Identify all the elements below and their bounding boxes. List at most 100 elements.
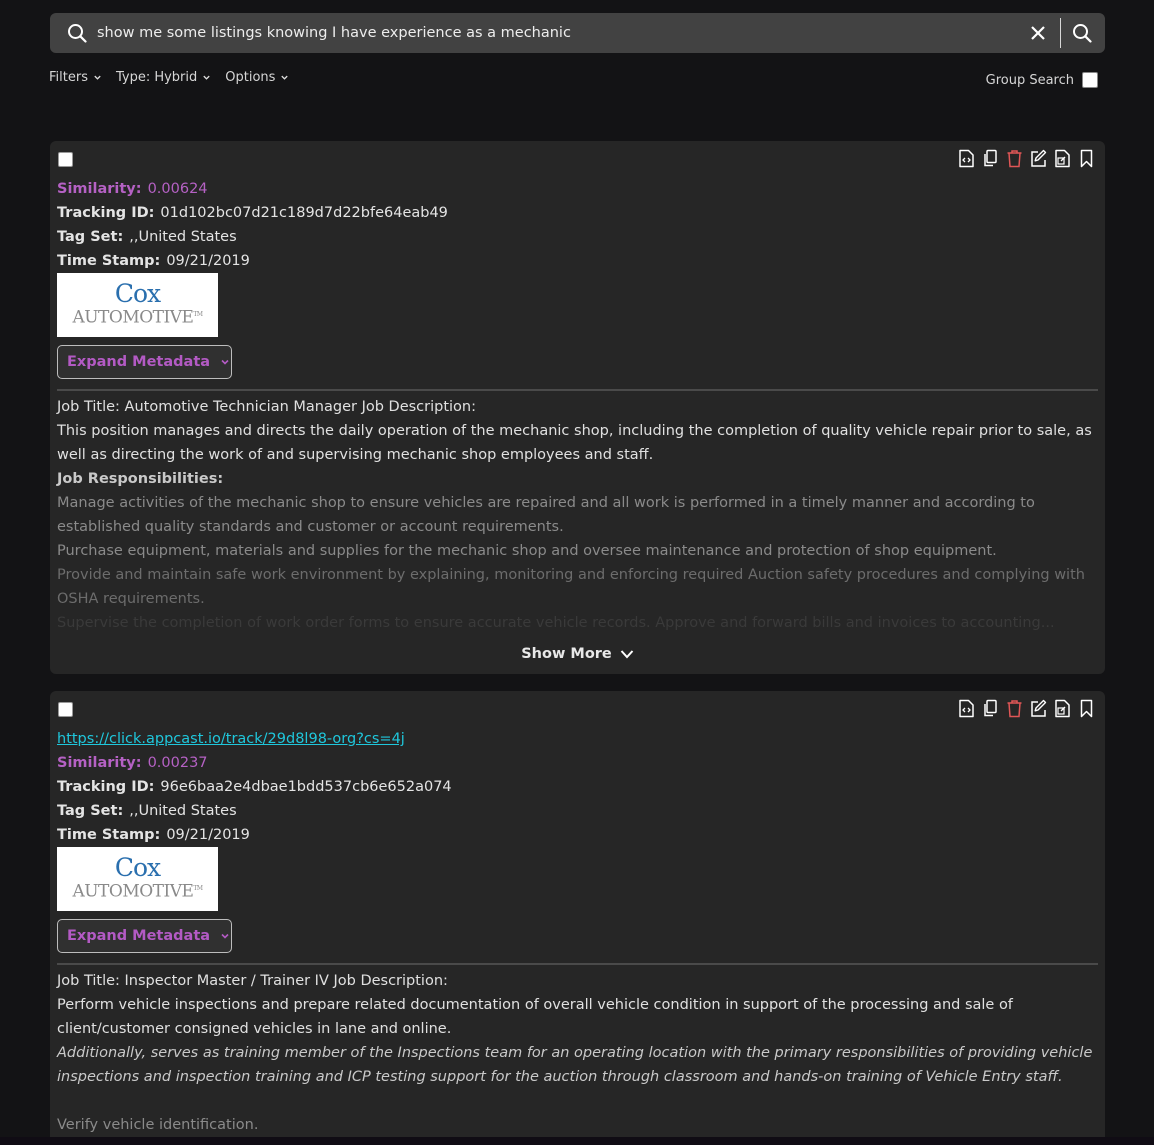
copy-button[interactable] xyxy=(981,698,999,718)
open-external-button[interactable] xyxy=(1053,698,1071,718)
tag-set-label: Tag Set: xyxy=(57,803,124,819)
similarity-row: Similarity: 0.00237 xyxy=(57,751,452,775)
tag-set-row: Tag Set: ,,United States xyxy=(57,225,448,249)
submit-search-button[interactable] xyxy=(1071,22,1093,44)
tag-set-value: ,,United States xyxy=(129,229,237,245)
job-title-line: Job Title: Inspector Master / Trainer IV… xyxy=(57,973,448,989)
tracking-id-row: Tracking ID: 96e6baa2e4dbae1bdd537cb6e652… xyxy=(57,775,452,799)
result-card: https://click.appcast.io/track/29d8l98-o… xyxy=(50,691,1105,1145)
chevron-down-icon xyxy=(281,75,289,80)
logo-tm: TM xyxy=(193,310,203,318)
search-icon xyxy=(1073,24,1092,43)
view-source-button[interactable] xyxy=(957,698,975,718)
expand-metadata-button[interactable]: Expand Metadata xyxy=(57,919,232,953)
clear-search-button[interactable] xyxy=(1028,23,1048,43)
logo-line2: AutomotiveTM xyxy=(72,305,203,327)
options-dropdown[interactable]: Options xyxy=(225,70,289,85)
filters-dropdown[interactable]: Filters xyxy=(49,70,102,85)
file-code-icon xyxy=(958,149,974,167)
tracking-id-value: 96e6baa2e4dbae1bdd537cb6e652a074 xyxy=(160,779,452,795)
similarity-row: Similarity: 0.00624 xyxy=(57,177,448,201)
tag-set-value: ,,United States xyxy=(129,803,237,819)
divider xyxy=(57,963,1098,965)
expand-metadata-label: Expand Metadata xyxy=(67,928,211,944)
copy-icon xyxy=(983,699,997,716)
file-export-icon xyxy=(1054,149,1070,167)
trash-icon xyxy=(1007,699,1021,717)
similarity-label: Similarity: xyxy=(57,181,142,197)
bookmark-button[interactable] xyxy=(1077,148,1095,168)
time-stamp-label: Time Stamp: xyxy=(57,827,161,843)
search-toolbar: Filters Type: Hybrid Options xyxy=(49,70,289,85)
job-italic-note: Additionally, serves as training member … xyxy=(57,1045,1093,1085)
company-logo: Cox AutomotiveTM xyxy=(57,273,218,337)
delete-button[interactable] xyxy=(1005,698,1023,718)
similarity-value: 0.00624 xyxy=(147,181,208,197)
edit-button[interactable] xyxy=(1029,148,1047,168)
chevron-down-icon xyxy=(94,75,101,80)
search-divider xyxy=(1060,18,1061,48)
responsibilities-heading: Job Responsibilities: xyxy=(57,471,224,487)
copy-button[interactable] xyxy=(981,148,999,168)
copy-icon xyxy=(983,149,997,166)
tracking-id-row: Tracking ID: 01d102bc07d21c189d7d22bfe64e… xyxy=(57,201,448,225)
select-result-checkbox[interactable] xyxy=(58,702,73,717)
job-description: Job Title: Automotive Technician Manager… xyxy=(57,395,1095,635)
result-metadata: https://click.appcast.io/track/29d8l98-o… xyxy=(57,727,452,847)
responsibility-item: Provide and maintain safe work environme… xyxy=(57,567,1085,607)
tracking-id-label: Tracking ID: xyxy=(57,779,155,795)
bottom-strip xyxy=(0,1137,1154,1145)
logo-line2-text: Automotive xyxy=(72,881,194,902)
tracking-id-value: 01d102bc07d21c189d7d22bfe64eab49 xyxy=(160,205,448,221)
delete-button[interactable] xyxy=(1005,148,1023,168)
edit-icon xyxy=(1030,699,1046,717)
search-bar xyxy=(50,13,1105,53)
chevron-down-icon xyxy=(620,650,634,659)
job-intro: This position manages and directs the da… xyxy=(57,423,1092,463)
options-label: Options xyxy=(225,70,276,85)
select-result-checkbox[interactable] xyxy=(58,152,73,167)
group-search: Group Search xyxy=(986,72,1098,88)
show-more-button[interactable]: Show More xyxy=(50,646,1105,662)
search-icon xyxy=(67,23,87,43)
type-dropdown[interactable]: Type: Hybrid xyxy=(116,70,211,85)
edit-icon xyxy=(1030,149,1046,167)
close-icon xyxy=(1031,26,1045,40)
search-input[interactable] xyxy=(97,13,1028,53)
result-metadata: Similarity: 0.00624 Tracking ID: 01d102bc0… xyxy=(57,177,448,273)
chevron-down-icon xyxy=(203,75,210,80)
similarity-label: Similarity: xyxy=(57,755,142,771)
logo-line1: Cox xyxy=(114,278,161,308)
card-actions xyxy=(957,148,1095,168)
bookmark-icon xyxy=(1080,699,1092,717)
expand-metadata-button[interactable]: Expand Metadata xyxy=(57,345,232,379)
link-row: https://click.appcast.io/track/29d8l98-o… xyxy=(57,727,452,751)
job-intro: Perform vehicle inspections and prepare … xyxy=(57,997,1013,1037)
chevron-down-icon xyxy=(221,359,229,365)
time-stamp-value: 09/21/2019 xyxy=(166,253,250,269)
divider xyxy=(57,389,1098,391)
responsibility-item: Supervise the completion of work order f… xyxy=(57,615,1055,631)
card-actions xyxy=(957,698,1095,718)
tracking-id-label: Tracking ID: xyxy=(57,205,155,221)
responsibility-item: Verify vehicle identification. xyxy=(57,1117,259,1133)
chevron-down-icon xyxy=(221,933,229,939)
open-external-button[interactable] xyxy=(1053,148,1071,168)
time-stamp-value: 09/21/2019 xyxy=(166,827,250,843)
view-source-button[interactable] xyxy=(957,148,975,168)
logo-line2: AutomotiveTM xyxy=(72,879,203,902)
time-stamp-row: Time Stamp: 09/21/2019 xyxy=(57,249,448,273)
logo-line1: Cox xyxy=(114,852,161,882)
type-label: Type: Hybrid xyxy=(115,70,198,85)
show-more-label: Show More xyxy=(521,646,612,662)
bookmark-button[interactable] xyxy=(1077,698,1095,718)
time-stamp-row: Time Stamp: 09/21/2019 xyxy=(57,823,452,847)
result-link[interactable]: https://click.appcast.io/track/29d8l98-o… xyxy=(57,731,405,747)
responsibility-item: Manage activities of the mechanic shop t… xyxy=(57,495,1035,535)
edit-button[interactable] xyxy=(1029,698,1047,718)
expand-metadata-label: Expand Metadata xyxy=(67,354,211,370)
tag-set-label: Tag Set: xyxy=(57,229,124,245)
filters-label: Filters xyxy=(49,70,88,85)
group-search-checkbox[interactable] xyxy=(1082,72,1098,88)
